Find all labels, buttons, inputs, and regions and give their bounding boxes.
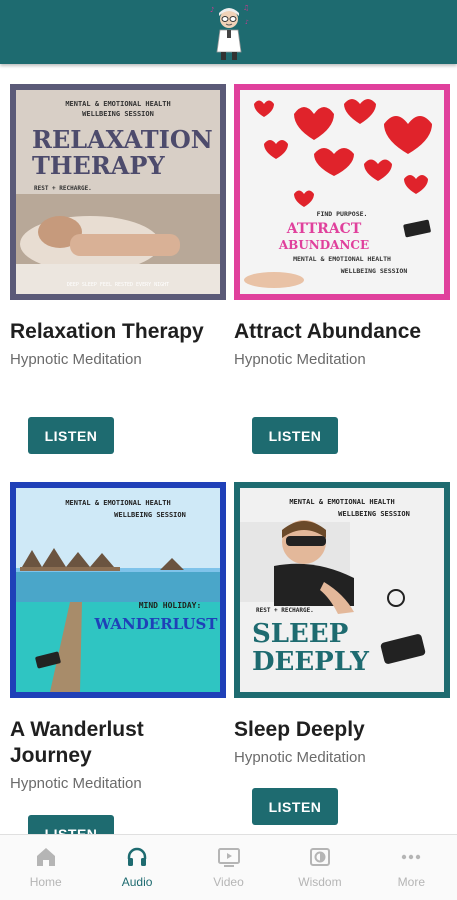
tab-label: Wisdom: [298, 875, 342, 889]
tab-audio[interactable]: Audio: [91, 835, 182, 900]
svg-text:♫: ♫: [243, 4, 249, 12]
cover-image[interactable]: MENTAL & EMOTIONAL HEALTH WELLBEING SESS…: [10, 482, 226, 698]
svg-text:MENTAL & EMOTIONAL HEALTH: MENTAL & EMOTIONAL HEALTH: [289, 498, 394, 506]
tab-wisdom[interactable]: Wisdom: [274, 835, 365, 900]
tab-label: More: [397, 875, 425, 889]
svg-text:♪: ♪: [210, 6, 214, 14]
cover-image[interactable]: MENTAL & EMOTIONAL HEALTH WELLBEING SESS…: [234, 482, 450, 698]
audio-card-sleep[interactable]: MENTAL & EMOTIONAL HEALTH WELLBEING SESS…: [234, 482, 450, 825]
svg-text:WELLBEING SESSION: WELLBEING SESSION: [338, 510, 410, 518]
tab-more[interactable]: More: [366, 835, 457, 900]
wisdom-icon: [309, 848, 330, 866]
listen-button[interactable]: LISTEN: [28, 417, 114, 454]
tab-label: Audio: [121, 875, 153, 889]
bottom-tab-bar: Home Audio Video Wisdom More: [0, 834, 457, 900]
svg-text:THERAPY: THERAPY: [32, 151, 165, 180]
svg-text:♪: ♪: [245, 19, 249, 26]
card-title[interactable]: Relaxation Therapy: [10, 319, 210, 345]
svg-text:REST + RECHARGE.: REST + RECHARGE.: [256, 607, 314, 614]
headphones-icon: [127, 847, 147, 866]
tab-home[interactable]: Home: [0, 835, 91, 900]
more-icon: [402, 854, 421, 860]
svg-text:WELLBEING SESSION: WELLBEING SESSION: [82, 110, 154, 118]
svg-text:WELLBEING SESSION: WELLBEING SESSION: [114, 511, 186, 519]
svg-text:MENTAL & EMOTIONAL HEALTH: MENTAL & EMOTIONAL HEALTH: [65, 100, 170, 108]
svg-text:WELLBEING SESSION: WELLBEING SESSION: [341, 267, 408, 275]
audio-card-relaxation[interactable]: MENTAL & EMOTIONAL HEALTH WELLBEING SESS…: [10, 84, 226, 454]
svg-text:MENTAL & EMOTIONAL HEALTH: MENTAL & EMOTIONAL HEALTH: [65, 499, 170, 507]
card-subtitle: Hypnotic Meditation: [10, 351, 142, 368]
audio-grid: MENTAL & EMOTIONAL HEALTH WELLBEING SESS…: [0, 64, 457, 834]
card-title[interactable]: Sleep Deeply: [234, 717, 434, 743]
card-subtitle: Hypnotic Meditation: [234, 351, 366, 368]
card-subtitle: Hypnotic Meditation: [10, 775, 142, 792]
tab-video[interactable]: Video: [183, 835, 274, 900]
card-title[interactable]: A Wanderlust Journey: [10, 717, 210, 769]
svg-text:MENTAL & EMOTIONAL HEALTH: MENTAL & EMOTIONAL HEALTH: [293, 255, 391, 263]
audio-card-wanderlust[interactable]: MENTAL & EMOTIONAL HEALTH WELLBEING SESS…: [10, 482, 226, 834]
home-icon: [36, 848, 55, 866]
listen-button[interactable]: LISTEN: [28, 815, 114, 834]
tab-label: Video: [213, 875, 244, 889]
audio-card-abundance[interactable]: FIND PURPOSE. ATTRACT ABUNDANCE MENTAL &…: [234, 84, 450, 454]
svg-text:SLEEP: SLEEP: [252, 619, 348, 649]
cover-image[interactable]: MENTAL & EMOTIONAL HEALTH WELLBEING SESS…: [10, 84, 226, 300]
svg-text:MIND HOLIDAY:: MIND HOLIDAY:: [139, 601, 202, 610]
svg-text:FIND PURPOSE.: FIND PURPOSE.: [317, 210, 368, 218]
svg-text:WANDERLUST: WANDERLUST: [94, 615, 219, 633]
svg-text:DEEP SLEEP FEEL RESTED EVERY N: DEEP SLEEP FEEL RESTED EVERY NIGHT: [67, 282, 169, 288]
listen-button[interactable]: LISTEN: [252, 788, 338, 825]
svg-text:ATTRACT: ATTRACT: [286, 221, 362, 237]
svg-text:ABUNDANCE: ABUNDANCE: [278, 238, 369, 252]
listen-button[interactable]: LISTEN: [252, 417, 338, 454]
tab-label: Home: [29, 875, 62, 889]
svg-text:RELAXATION: RELAXATION: [32, 125, 213, 154]
cover-image[interactable]: FIND PURPOSE. ATTRACT ABUNDANCE MENTAL &…: [234, 84, 450, 300]
app-header: ♪ ♫ ♪: [0, 0, 457, 64]
mascot-logo[interactable]: ♪ ♫ ♪: [205, 2, 253, 64]
card-subtitle: Hypnotic Meditation: [234, 749, 366, 766]
video-icon: [217, 848, 240, 867]
svg-text:REST + RECHARGE.: REST + RECHARGE.: [34, 185, 92, 192]
card-title[interactable]: Attract Abundance: [234, 319, 434, 345]
svg-text:DEEPLY: DEEPLY: [252, 647, 369, 677]
